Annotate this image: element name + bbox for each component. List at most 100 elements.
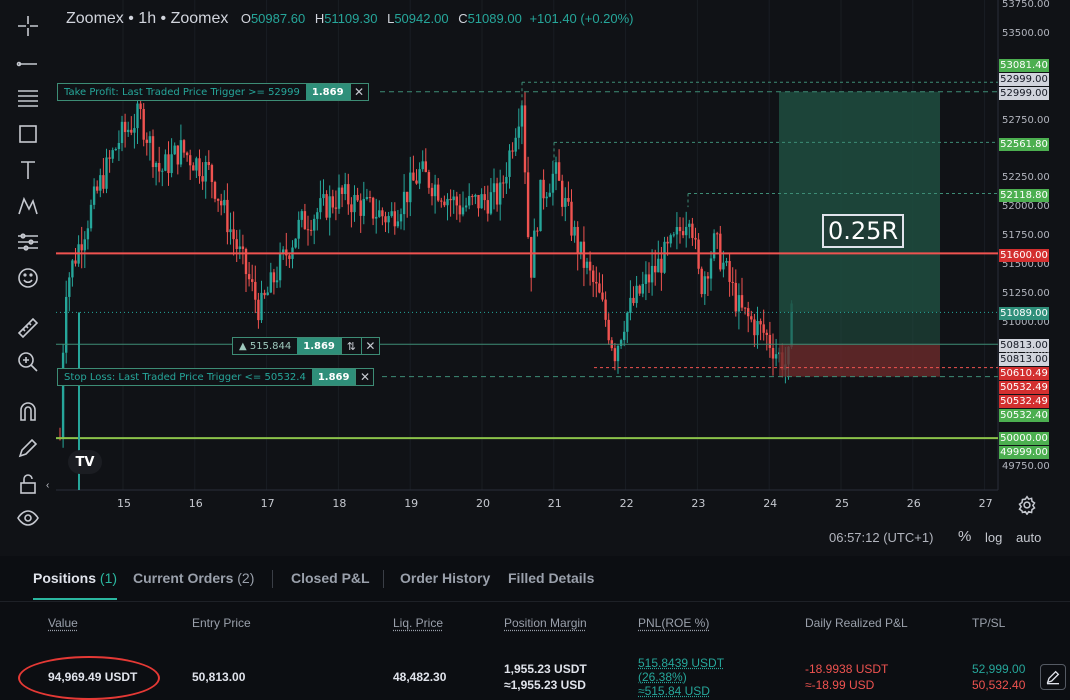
time-axis-label: 19 (404, 497, 419, 510)
price-axis-label: 51750.00 (1002, 230, 1050, 241)
highlight-circle (18, 656, 160, 700)
col-pnl[interactable]: PNL(ROE %) (638, 616, 709, 630)
candle (523, 92, 527, 185)
price-axis-label: 49750.00 (1002, 461, 1050, 472)
time-axis-label: 26 (906, 497, 921, 510)
tab-closed-pnl[interactable]: Closed P&L (291, 570, 370, 586)
col-position-margin[interactable]: Position Margin (504, 616, 587, 630)
price-tag: 50000.00 (999, 432, 1049, 445)
close-icon[interactable]: ✕ (349, 84, 368, 100)
price-axis-label: 53500.00 (1002, 27, 1050, 39)
position-margin: 1,955.23 USDT (504, 662, 587, 676)
pencil-icon[interactable] (14, 434, 42, 462)
candle (700, 266, 703, 298)
col-liq-price[interactable]: Liq. Price (393, 616, 443, 630)
tab-current-orders[interactable]: Current Orders (2) (133, 570, 254, 586)
rectangle-tool-icon[interactable] (14, 120, 42, 148)
fib-tool-icon[interactable] (14, 84, 42, 112)
take-profit-qty[interactable]: 1.869 (305, 84, 350, 100)
price-tag: 50532.40 (999, 409, 1049, 422)
col-value[interactable]: Value (48, 616, 78, 630)
time-axis-label: 24 (763, 497, 778, 510)
close-icon[interactable]: ✕ (355, 369, 373, 385)
chart-status-bar: 06:57:12 (UTC+1) % log auto (0, 520, 1070, 554)
price-tag: 52999.00 (999, 87, 1049, 100)
price-tag: 50813.00 (999, 339, 1049, 352)
daily-realized-pnl: -18.9938 USDT (805, 662, 889, 676)
time-axis[interactable]: 15 16 17 18 19 20 21 22 23 24 25 26 27 (0, 497, 1000, 513)
time-axis-label: 27 (978, 497, 993, 510)
symbol-title[interactable]: Zoomex • 1h • Zoomex (66, 10, 228, 27)
emoji-icon[interactable] (14, 264, 42, 292)
price-axis-label: 53750.00 (1002, 0, 1050, 10)
col-tpsl: TP/SL (972, 616, 1006, 630)
price-axis-label: 52250.00 (1002, 172, 1050, 184)
daily-realized-pnl-usd: ≈-18.99 USD (805, 678, 875, 692)
drawing-toolbar (0, 0, 56, 556)
low-value: 50942.00 (394, 11, 449, 26)
positions-panel: Positions (1) Current Orders (2) Closed … (0, 556, 1070, 700)
lock-icon[interactable] (14, 470, 42, 498)
auto-scale-toggle[interactable]: auto (1016, 530, 1041, 545)
line-tool-icon[interactable] (14, 50, 42, 78)
tab-filled-details[interactable]: Filled Details (508, 570, 594, 586)
panel-tabs: Positions (1) Current Orders (2) Closed … (0, 556, 1070, 602)
take-profit-order[interactable]: Take Profit: Last Traded Price Trigger >… (57, 83, 369, 101)
price-axis-label: 51250.00 (1002, 287, 1050, 299)
col-entry-price: Entry Price (192, 616, 251, 630)
symbol-header: Zoomex • 1h • Zoomex O50987.60 H51109.30… (66, 10, 634, 28)
price-tag: 52999.00 (999, 73, 1049, 86)
pnl-value[interactable]: 515.8439 USDT (638, 656, 724, 670)
price-tag: 52561.80 (999, 138, 1049, 151)
take-profit-price: 52,999.00 (972, 662, 1026, 676)
pattern-tool-icon[interactable] (14, 192, 42, 220)
time-axis-label: 20 (476, 497, 490, 510)
take-profit-label: Take Profit: Last Traded Price Trigger >… (64, 86, 300, 98)
log-scale-toggle[interactable]: log (985, 530, 1002, 545)
candle (294, 238, 297, 249)
pnl-roe[interactable]: (26.38%) (638, 670, 687, 684)
candle (539, 179, 542, 232)
gear-icon[interactable] (1017, 495, 1037, 516)
active-tab-indicator (33, 598, 117, 600)
time-axis-label: 17 (260, 497, 275, 510)
ruler-icon[interactable] (14, 314, 42, 342)
zoom-in-icon[interactable] (14, 348, 42, 376)
price-tag: 50532.49 (999, 395, 1049, 408)
collapse-toolbar-icon[interactable]: ‹ (46, 480, 49, 491)
reward-zone (779, 91, 940, 313)
stop-loss-order[interactable]: Stop Loss: Last Traded Price Trigger <= … (57, 368, 375, 386)
edit-tpsl-button[interactable] (1040, 664, 1066, 690)
time-axis-label: 18 (332, 497, 347, 510)
tab-order-history[interactable]: Order History (400, 570, 490, 586)
position-tool-icon[interactable] (14, 228, 42, 256)
high-value: 51109.30 (324, 11, 378, 26)
close-value: 51089.00 (467, 11, 522, 26)
tab-divider (383, 570, 384, 588)
ohlc-values: O50987.60 H51109.30 L50942.00 C51089.00 (240, 11, 522, 26)
percent-scale-toggle[interactable]: % (958, 528, 971, 545)
tab-positions[interactable]: Positions (1) (33, 570, 117, 586)
price-tag: 50610.49 (999, 367, 1049, 380)
entry-price: 50,813.00 (192, 670, 246, 684)
text-tool-icon[interactable] (14, 156, 42, 184)
candle (61, 344, 65, 448)
pnl-usd[interactable]: ≈515.84 USD (638, 684, 710, 698)
candle (663, 236, 666, 274)
position-order[interactable]: ▲ 515.844 1.869 ⇅ ✕ (232, 337, 380, 355)
stop-loss-qty[interactable]: 1.869 (311, 369, 356, 385)
liq-price: 48,482.30 (393, 670, 447, 684)
time-axis-label: 21 (547, 497, 562, 510)
price-tag: 50813.00 (999, 353, 1049, 366)
risk-reward-label[interactable]: 0.25R (822, 214, 905, 248)
chart-area[interactable]: Zoomex • 1h • Zoomex O50987.60 H51109.30… (0, 0, 1070, 556)
position-margin-usd: ≈1,955.23 USD (504, 678, 586, 692)
price-tag: 50532.49 (999, 381, 1049, 394)
close-icon[interactable]: ✕ (360, 338, 379, 354)
reverse-arrows-icon[interactable]: ⇅ (340, 338, 361, 354)
magnet-icon[interactable] (14, 398, 42, 426)
position-qty[interactable]: 1.869 (297, 338, 341, 354)
tradingview-logo[interactable]: TV (68, 450, 102, 474)
crosshair-icon[interactable] (14, 12, 42, 40)
stop-loss-price: 50,532.40 (972, 678, 1026, 692)
